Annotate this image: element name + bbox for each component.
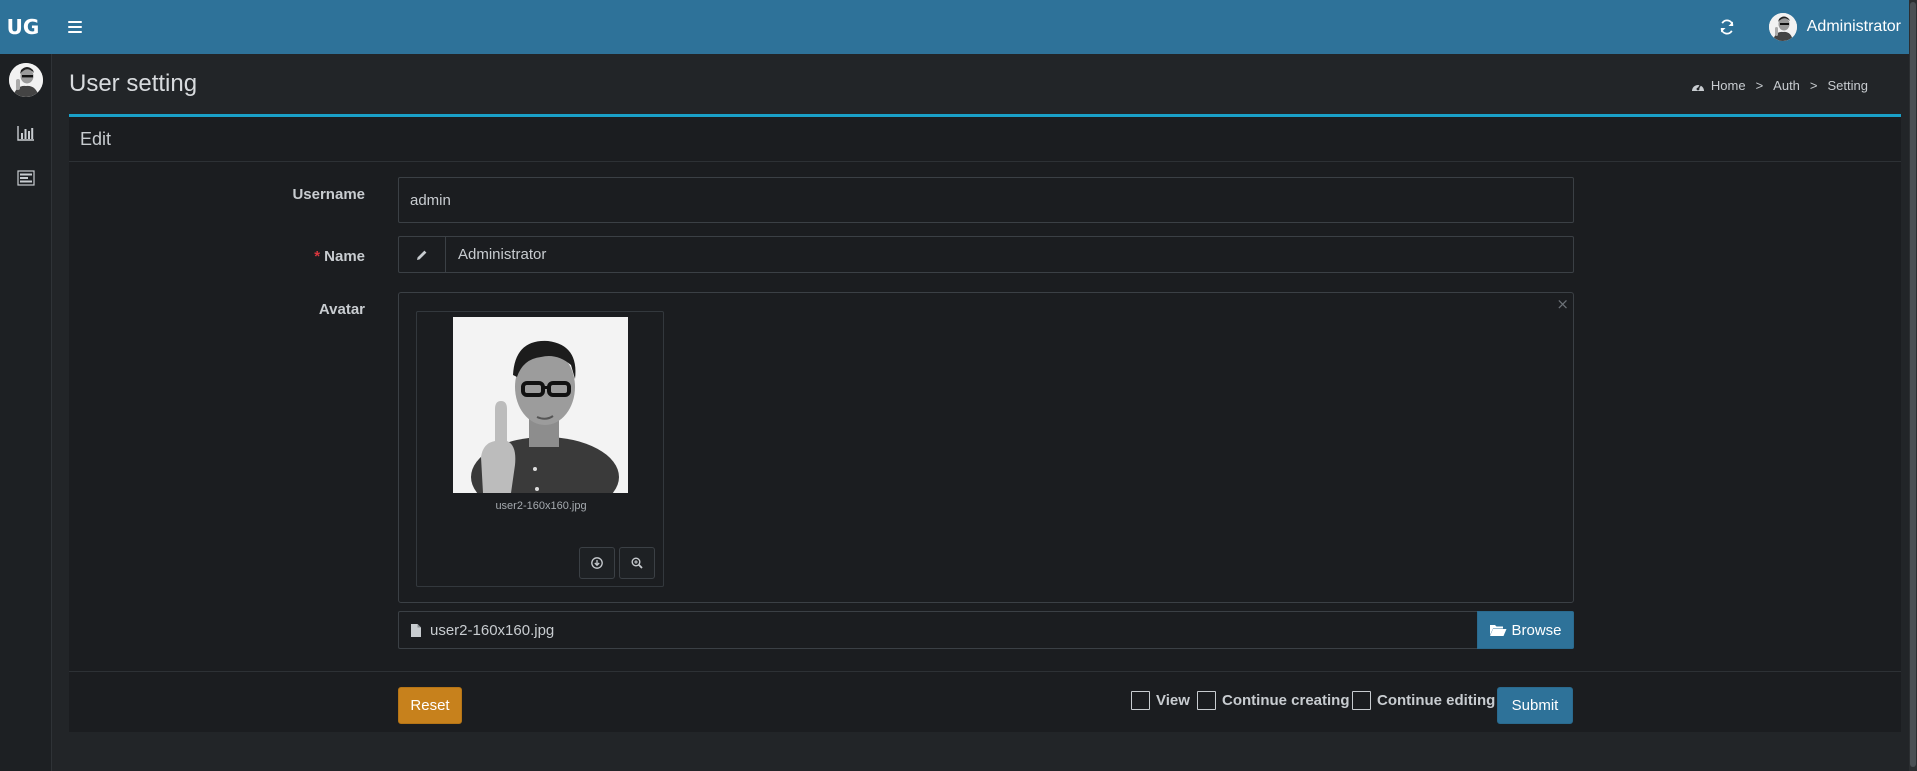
avatar-image xyxy=(453,317,628,493)
reset-button[interactable]: Reset xyxy=(398,687,462,724)
file-caption-text: user2-160x160.jpg xyxy=(430,621,555,639)
username-label: Username xyxy=(292,186,365,203)
continue-editing-label: Continue editing xyxy=(1377,692,1496,709)
name-input-group: Administrator xyxy=(398,236,1574,273)
zoom-in-icon xyxy=(631,557,643,569)
browse-button[interactable]: Browse xyxy=(1477,611,1574,649)
avatar-thumbnail-card: user2-160x160.jpg xyxy=(416,311,664,587)
view-checkbox[interactable]: View xyxy=(1131,691,1190,710)
file-icon xyxy=(411,623,421,637)
breadcrumb-separator: > xyxy=(1755,78,1764,93)
avatar-file-input: user2-160x160.jpg Browse xyxy=(398,611,1574,649)
bar-chart-icon[interactable] xyxy=(16,125,35,141)
avatar-label: Avatar xyxy=(318,301,365,318)
edit-box: Edit Username admin * Name Administrator … xyxy=(69,114,1901,732)
brand-logo[interactable]: UG xyxy=(0,15,46,39)
content-header: User setting Home > Auth > Setting xyxy=(69,66,1899,110)
topbar-right: Administrator xyxy=(1719,0,1901,54)
file-caption[interactable]: user2-160x160.jpg xyxy=(398,611,1477,649)
name-label-text: Name xyxy=(324,248,365,265)
hamburger-icon[interactable] xyxy=(68,21,82,33)
sidebar xyxy=(0,54,52,771)
user-name: Administrator xyxy=(1806,18,1901,35)
required-mark: * xyxy=(314,248,321,265)
refresh-icon[interactable] xyxy=(1719,19,1735,35)
top-navbar: UG Administrator xyxy=(0,0,1917,54)
scrollbar-thumb[interactable] xyxy=(1910,2,1916,767)
zoom-button[interactable] xyxy=(619,547,655,579)
checkbox[interactable] xyxy=(1352,691,1371,710)
user-menu[interactable]: Administrator xyxy=(1768,13,1901,41)
dashboard-icon xyxy=(1691,83,1704,91)
continue-creating-checkbox[interactable]: Continue creating xyxy=(1197,691,1350,710)
breadcrumb-setting: Setting xyxy=(1827,78,1868,93)
download-icon xyxy=(591,557,603,569)
name-field[interactable]: Administrator xyxy=(446,237,1573,272)
checkbox[interactable] xyxy=(1131,691,1150,710)
breadcrumb-home[interactable]: Home xyxy=(1711,78,1746,93)
box-header: Edit xyxy=(69,117,1901,162)
browse-label: Browse xyxy=(1511,621,1562,639)
download-button[interactable] xyxy=(579,547,615,579)
view-label: View xyxy=(1156,692,1190,709)
page-scrollbar[interactable] xyxy=(1909,0,1917,771)
continue-creating-label: Continue creating xyxy=(1222,692,1350,709)
breadcrumb: Home > Auth > Setting xyxy=(1691,78,1868,93)
box-title: Edit xyxy=(80,128,112,149)
list-icon[interactable] xyxy=(16,170,35,186)
sidebar-avatar[interactable] xyxy=(8,63,43,97)
breadcrumb-separator: > xyxy=(1809,78,1818,93)
avatar xyxy=(1768,13,1797,41)
breadcrumb-auth[interactable]: Auth xyxy=(1773,78,1800,93)
footer-divider xyxy=(69,671,1901,672)
pencil-icon xyxy=(399,237,446,272)
avatar-preview: × user2-160x160.jpg xyxy=(398,292,1574,603)
name-label: * Name xyxy=(165,248,365,265)
folder-open-icon xyxy=(1490,625,1507,636)
continue-editing-checkbox[interactable]: Continue editing xyxy=(1352,691,1495,710)
avatar-filename: user2-160x160.jpg xyxy=(495,500,587,512)
page-title: User setting xyxy=(69,70,198,97)
submit-button[interactable]: Submit xyxy=(1497,687,1573,724)
close-icon[interactable]: × xyxy=(1556,295,1569,313)
username-field[interactable]: admin xyxy=(398,177,1574,223)
checkbox[interactable] xyxy=(1197,691,1216,710)
